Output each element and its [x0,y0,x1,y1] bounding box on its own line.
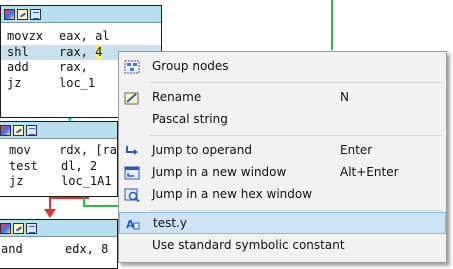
context-menu: Group nodes Rename N Pascal string Jump … [118,51,447,263]
menu-item-label: Jump in a new window [152,165,287,179]
mnemonic: movzx [7,29,44,43]
menu-item-rename[interactable]: Rename N [119,87,446,109]
rename-icon [124,92,139,105]
mnemonic: and [1,242,23,256]
operand: dl, 2 [61,158,98,173]
edge-green-vertical [331,0,333,50]
menu-item-label: test.y [153,216,187,230]
asm-line[interactable]: jz loc_1A1 [0,174,117,190]
asm-line[interactable]: test dl, 2 [0,159,117,175]
node-group-icon[interactable] [30,8,41,20]
code-block-node[interactable]: and edx, 8 [0,219,118,269]
menu-item-label: Rename [152,90,202,104]
menu-item-structure-offset[interactable]: A test.y [119,212,446,234]
node-color-icon[interactable] [0,222,11,234]
edge-green-low-h [83,205,118,207]
menu-item-shortcut: Alt+Enter [340,165,399,179]
menu-item-symbolic-constant[interactable]: Use standard symbolic constant [119,235,446,257]
menu-item-jump-new-window[interactable]: Jump in a new window Alt+Enter [119,162,446,184]
menu-item-jump-new-hex-window[interactable]: Jump in a new hex window [119,184,446,206]
menu-item-label: Group nodes [152,59,229,73]
node-rename-icon[interactable] [17,8,28,20]
edge-red-arrow [44,209,56,218]
structure-offset-icon: A [126,218,140,231]
operand-highlight[interactable]: 4 [95,44,103,59]
menu-item-pascal-string[interactable]: Pascal string [119,109,446,131]
graph-view[interactable]: movzx eax, al shl rax, 4 add rax, jz loc_1 m… [0,0,453,269]
operand: rax, [59,44,96,59]
asm-line[interactable]: movzx eax, al [1,29,161,45]
menu-separator [149,82,442,83]
code-block-node[interactable]: mov rdx, [ra test dl, 2 jz loc_1A1 [0,121,118,197]
node-title-bar [1,6,161,23]
menu-item-shortcut: N [340,90,349,104]
node-title-bar [0,220,117,237]
menu-item-jump-to-operand[interactable]: Jump to operand Enter [119,140,446,162]
group-nodes-icon [124,60,140,74]
menu-item-label: Pascal string [152,112,228,126]
mnemonic: mov [9,143,31,157]
menu-separator [149,210,442,211]
operand: eax, al [59,29,110,43]
menu-item-label: Jump in a new hex window [152,187,313,201]
hex-window-icon [124,188,140,202]
mnemonic: test [9,158,38,173]
asm-line[interactable]: and edx, 8 [0,242,117,258]
menu-item-label: Use standard symbolic constant [152,238,345,252]
new-window-icon [124,166,140,180]
menu-item-shortcut: Enter [340,143,373,157]
node-rename-icon[interactable] [13,222,24,234]
operand: loc_1A1 [61,174,112,188]
node-title-bar [0,122,117,139]
operand: edx, 8 [65,242,109,256]
jump-arrow-icon [126,146,138,155]
mnemonic: jz [7,75,22,90]
asm-line[interactable]: mov rdx, [ra [0,143,117,159]
menu-item-group-nodes[interactable]: Group nodes [119,56,446,78]
mnemonic: jz [9,174,24,188]
operand: rdx, [ra [59,143,117,157]
menu-item-label: Jump to operand [152,143,252,157]
node-color-icon[interactable] [4,8,15,20]
menu-separator [149,135,442,136]
node-rename-icon[interactable] [13,124,24,136]
mnemonic: add [7,60,29,74]
node-color-icon[interactable] [0,124,11,136]
node-group-icon[interactable] [26,222,37,234]
mnemonic: shl [7,44,29,59]
node-group-icon[interactable] [26,124,37,136]
